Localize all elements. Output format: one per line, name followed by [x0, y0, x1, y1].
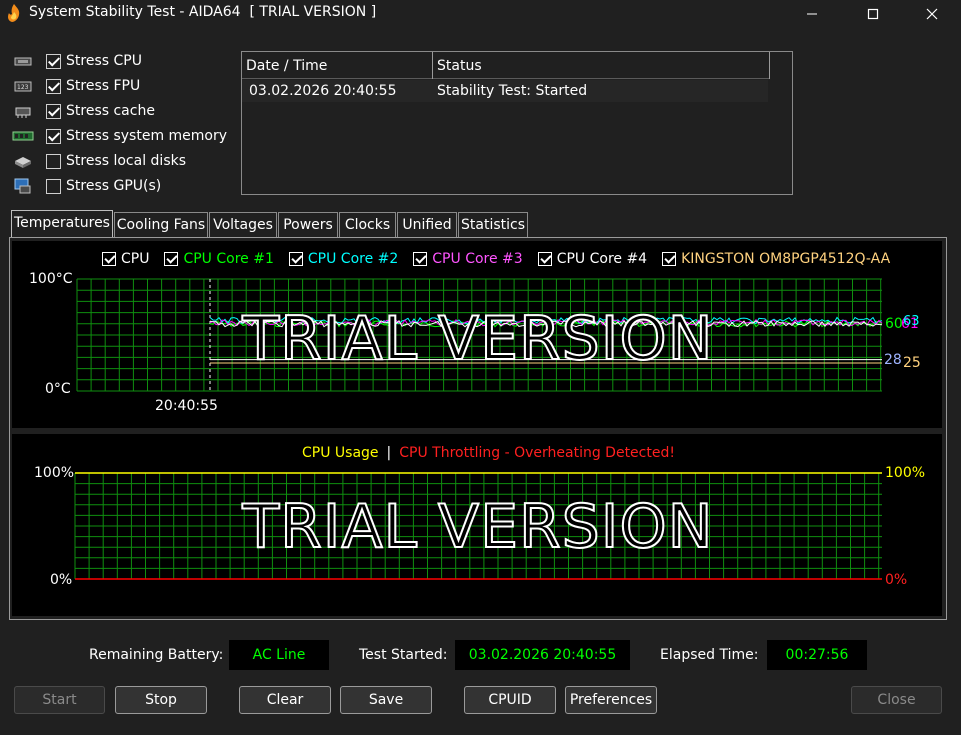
temp-value-kingston: 25	[903, 355, 921, 371]
save-button[interactable]: Save	[340, 686, 432, 714]
column-header-status[interactable]: Status	[433, 52, 770, 79]
stress-memory-checkbox[interactable]	[46, 128, 61, 144]
stress-gpu-option[interactable]: Stress GPU(s)	[12, 174, 161, 198]
stress-fpu-label: Stress FPU	[66, 78, 141, 94]
maximize-icon	[867, 8, 879, 19]
cpu-chip-icon	[14, 57, 32, 66]
title-bar: System Stability Test - AIDA64 [ TRIAL V…	[0, 0, 961, 27]
log-row-status: Stability Test: Started	[437, 83, 588, 99]
stop-button[interactable]: Stop	[115, 686, 207, 714]
close-button[interactable]: Close	[851, 686, 942, 714]
stress-gpu-checkbox[interactable]	[46, 178, 61, 194]
tab-statistics[interactable]: Statistics	[458, 212, 528, 237]
temp-value-low: 28	[884, 352, 902, 368]
clear-button[interactable]: Clear	[239, 686, 331, 714]
temperature-chart: CPU CPU Core #1 CPU Core #2 CPU Core #3 …	[12, 241, 942, 428]
log-row[interactable]: 03.02.2026 20:40:55 Stability Test: Star…	[242, 80, 768, 102]
stress-disks-option[interactable]: Stress local disks	[12, 149, 186, 173]
tab-voltages[interactable]: Voltages	[209, 212, 277, 237]
maximize-button[interactable]	[848, 0, 898, 27]
stress-cache-label: Stress cache	[66, 103, 155, 119]
cpuid-button[interactable]: CPUID	[464, 686, 556, 714]
stress-cache-checkbox[interactable]	[46, 103, 61, 119]
stress-fpu-checkbox[interactable]	[46, 78, 61, 94]
stress-cpu-label: Stress CPU	[66, 53, 142, 69]
trial-watermark: TRIAL VERSION	[241, 304, 713, 374]
start-button[interactable]: Start	[14, 686, 105, 714]
stress-disks-checkbox[interactable]	[46, 153, 61, 169]
fpu-chip-icon: 123	[14, 81, 32, 92]
close-window-button[interactable]	[907, 0, 957, 27]
log-row-datetime: 03.02.2026 20:40:55	[249, 83, 397, 99]
disk-drive-icon	[15, 157, 31, 168]
svg-text:123: 123	[17, 84, 29, 91]
tab-powers[interactable]: Powers	[278, 212, 338, 237]
temp-value-core2: 63	[903, 314, 920, 329]
column-header-datetime[interactable]: Date / Time	[242, 52, 433, 79]
minimize-button[interactable]	[787, 0, 837, 27]
log-header: Date / Time Status	[242, 52, 770, 79]
stress-fpu-option[interactable]: 123 Stress FPU	[12, 74, 140, 98]
stress-cpu-checkbox[interactable]	[46, 53, 61, 69]
tab-cooling-fans[interactable]: Cooling Fans	[114, 212, 208, 237]
test-started-value: 03.02.2026 20:40:55	[455, 640, 630, 670]
trial-watermark-usage: TRIAL VERSION	[241, 492, 713, 562]
temperature-plot: TRIAL VERSION	[76, 278, 883, 392]
cache-chip-icon	[15, 107, 31, 118]
minimize-icon	[807, 13, 817, 14]
stress-memory-label: Stress system memory	[66, 128, 228, 144]
tab-clocks[interactable]: Clocks	[339, 212, 396, 237]
window-title: System Stability Test - AIDA64 [ TRIAL V…	[29, 4, 377, 20]
stress-cpu-option[interactable]: Stress CPU	[12, 49, 142, 73]
stress-cache-option[interactable]: Stress cache	[12, 99, 155, 123]
test-started-label: Test Started:	[359, 647, 448, 663]
gpu-monitor-icon	[14, 178, 31, 194]
aida64-flame-icon	[8, 4, 20, 22]
tab-unified[interactable]: Unified	[397, 212, 457, 237]
stress-gpu-label: Stress GPU(s)	[66, 178, 162, 194]
close-icon	[926, 8, 938, 19]
cpu-usage-chart: CPU Usage | CPU Throttling - Overheating…	[12, 434, 942, 616]
memory-module-icon	[12, 131, 34, 141]
status-log-list[interactable]: Date / Time Status 03.02.2026 20:40:55 S…	[241, 51, 793, 195]
usage-plot: TRIAL VERSION	[74, 472, 882, 580]
battery-label: Remaining Battery:	[89, 647, 224, 663]
elapsed-time-label: Elapsed Time:	[660, 647, 759, 663]
elapsed-time-value: 00:27:56	[767, 640, 867, 670]
tab-temperatures[interactable]: Temperatures	[11, 210, 113, 238]
preferences-button[interactable]: Preferences	[565, 686, 657, 714]
battery-value: AC Line	[229, 640, 329, 670]
stress-disks-label: Stress local disks	[66, 153, 187, 169]
stress-memory-option[interactable]: Stress system memory	[12, 124, 227, 148]
